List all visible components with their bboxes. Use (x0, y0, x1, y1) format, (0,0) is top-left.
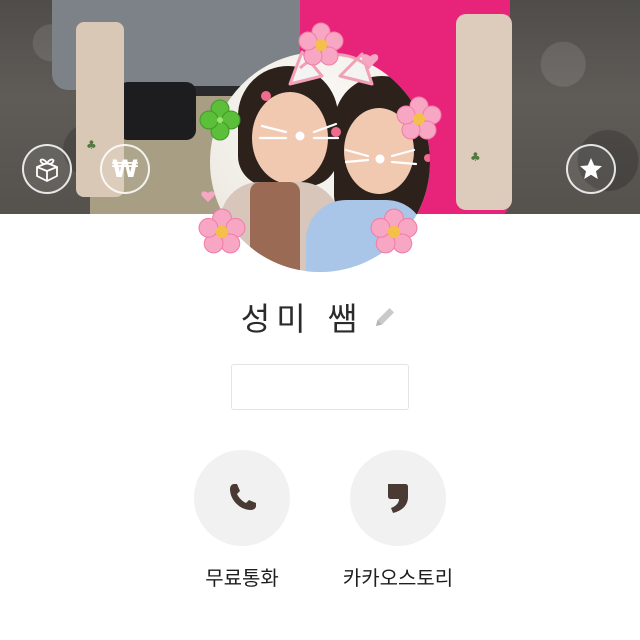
edit-pencil-icon[interactable] (371, 303, 399, 331)
kakaostory-icon (388, 484, 408, 513)
star-icon (580, 158, 602, 179)
gift-box-icon (36, 158, 58, 182)
status-message-box[interactable] (231, 364, 409, 410)
gift-button[interactable] (22, 144, 72, 194)
phone-icon (230, 484, 256, 510)
sleeve-print-icon: ♣ (86, 138, 97, 152)
pay-button[interactable]: ₩ (100, 144, 150, 194)
belt-bag (118, 82, 196, 140)
free-call-label[interactable]: 무료통화 (162, 562, 322, 591)
won-icon: ₩ (111, 155, 139, 183)
profile-avatar[interactable] (198, 22, 442, 272)
profile-name-row: 성미 쌤 (0, 292, 640, 342)
arm-sleeve-right (456, 14, 512, 210)
sleeve-print-icon: ♣ (470, 150, 481, 164)
kakaostory-button[interactable] (350, 450, 446, 546)
favorite-button[interactable] (566, 144, 616, 194)
free-call-button[interactable] (194, 450, 290, 546)
kakaostory-label[interactable]: 카카오스토리 (318, 562, 478, 591)
profile-name: 성미 쌤 (240, 300, 364, 338)
profile-photo (210, 52, 430, 272)
